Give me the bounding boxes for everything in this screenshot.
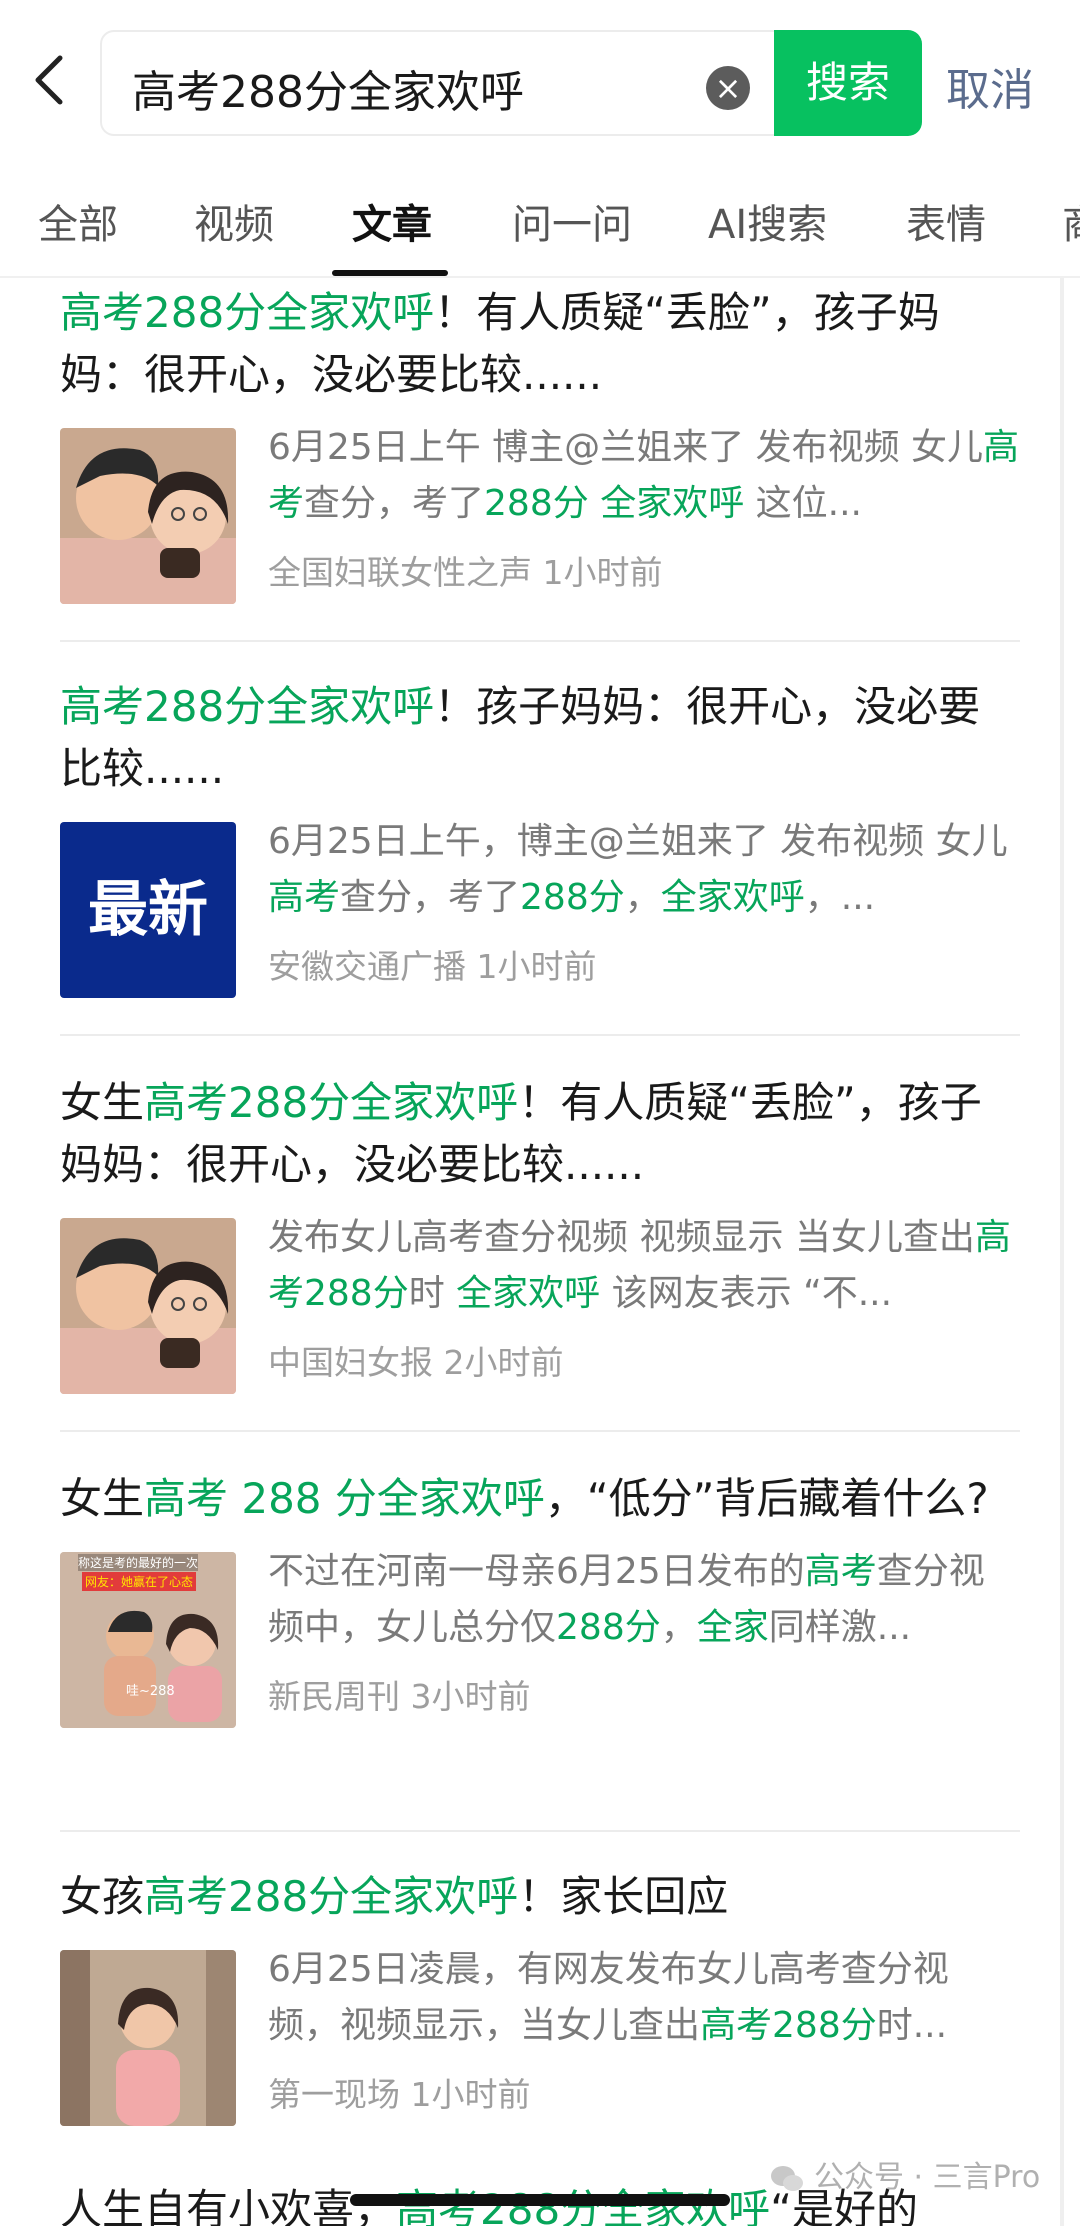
- result-title[interactable]: 女生高考 288 分全家欢呼，“低分”背后藏着什么?: [60, 1468, 1020, 1530]
- result-time: 1小时前: [542, 553, 663, 592]
- result-time: 2小时前: [443, 1343, 564, 1382]
- result-thumbnail: 最新: [60, 822, 236, 998]
- result-snippet: 发布女儿高考查分视频 视频显示 当女儿查出高考288分时 全家欢呼 该网友表示 …: [268, 1217, 1011, 1314]
- result-title[interactable]: 女生高考288分全家欢呼！有人质疑“丢脸”，孩子妈妈：很开心，没必要比较....…: [60, 1072, 1020, 1196]
- tab-article[interactable]: 文章: [352, 192, 432, 250]
- back-button[interactable]: [30, 50, 80, 120]
- search-header: 高考288分全家欢呼 × 搜索 取消: [0, 0, 1080, 168]
- result-thumbnail: 称这是考的最好的一次 网友：她赢在了心态 哇~288: [60, 1552, 236, 1728]
- result-meta: 全国妇联女性之声 1小时前: [268, 546, 663, 594]
- chevron-left-icon: [35, 55, 63, 105]
- tab-ai-search[interactable]: AI搜索: [708, 192, 827, 250]
- result-time: 1小时前: [476, 947, 597, 986]
- result-meta: 新民周刊 3小时前: [268, 1670, 531, 1718]
- result-item[interactable]: 女生高考 288 分全家欢呼，“低分”背后藏着什么? 称这是考的最好的一次 网友…: [60, 1468, 1020, 1832]
- result-meta: 第一现场 1小时前: [268, 2068, 531, 2116]
- result-item[interactable]: 女生高考288分全家欢呼！有人质疑“丢脸”，孩子妈妈：很开心，没必要比较....…: [60, 1072, 1020, 1432]
- result-snippet: 6月25日上午 博主@兰姐来了 发布视频 女儿高考查分，考了288分 全家欢呼 …: [268, 427, 1020, 524]
- result-source[interactable]: 新民周刊: [268, 1677, 400, 1716]
- search-button[interactable]: 搜索: [774, 30, 922, 136]
- result-meta: 安徽交通广播 1小时前: [268, 940, 597, 988]
- result-tabs: 全部 视频 文章 问一问 AI搜索 表情 商: [0, 168, 1080, 278]
- cancel-button[interactable]: 取消: [946, 54, 1034, 118]
- result-source[interactable]: 中国妇女报: [268, 1343, 433, 1382]
- clear-icon[interactable]: ×: [706, 66, 750, 110]
- tab-more[interactable]: 商: [1062, 192, 1080, 250]
- result-source[interactable]: 第一现场: [268, 2075, 400, 2114]
- tab-stickers[interactable]: 表情: [906, 192, 986, 250]
- result-time: 1小时前: [410, 2075, 531, 2114]
- scrollbar[interactable]: [1060, 278, 1064, 2226]
- thumbnail-badge-text: 最新: [88, 875, 208, 945]
- result-meta: 中国妇女报 2小时前: [268, 1336, 564, 1384]
- search-input[interactable]: 高考288分全家欢呼 × 搜索: [100, 30, 922, 136]
- active-tab-indicator: [332, 270, 448, 276]
- thumbnail-caption-score: 哇~288: [126, 1684, 175, 1699]
- result-snippet: 6月25日上午，博主@兰姐来了 发布视频 女儿高考查分，考了288分，全家欢呼，…: [268, 821, 1008, 918]
- result-title[interactable]: 女孩高考288分全家欢呼！家长回应: [60, 1866, 1020, 1928]
- result-title[interactable]: 高考288分全家欢呼！孩子妈妈：很开心，没必要比较......: [60, 676, 1020, 800]
- thumbnail-caption-tag: 网友：她赢在了心态: [82, 1572, 197, 1591]
- result-source[interactable]: 全国妇联女性之声: [268, 553, 532, 592]
- home-indicator[interactable]: [350, 2194, 730, 2206]
- result-title[interactable]: 高考288分全家欢呼！有人质疑“丢脸”，孩子妈妈：很开心，没必要比较......: [60, 282, 1020, 406]
- tab-ask[interactable]: 问一问: [512, 192, 632, 250]
- result-thumbnail: [60, 1218, 236, 1394]
- result-thumbnail: [60, 428, 236, 604]
- result-source[interactable]: 安徽交通广播: [268, 947, 466, 986]
- result-item[interactable]: 女孩高考288分全家欢呼！家长回应 6月25日凌晨，有网友发布女儿高考查分视频，…: [60, 1866, 1020, 2168]
- result-time: 3小时前: [410, 1677, 531, 1716]
- tab-all[interactable]: 全部: [38, 192, 118, 250]
- result-thumbnail: [60, 1950, 236, 2126]
- result-item[interactable]: 高考288分全家欢呼！孩子妈妈：很开心，没必要比较...... 最新 6月25日…: [60, 676, 1020, 1036]
- result-snippet: 6月25日凌晨，有网友发布女儿高考查分视频，视频显示，当女儿查出高考288分时.…: [268, 1949, 949, 2046]
- search-query: 高考288分全家欢呼: [132, 67, 524, 118]
- result-item[interactable]: 高考288分全家欢呼！有人质疑“丢脸”，孩子妈妈：很开心，没必要比较......…: [60, 282, 1020, 642]
- tab-video[interactable]: 视频: [194, 192, 274, 250]
- thumbnail-caption-top: 称这是考的最好的一次: [78, 1554, 199, 1571]
- watermark: 公众号 · 三言Pro: [770, 2152, 1040, 2196]
- result-snippet: 不过在河南一母亲6月25日发布的高考查分视频中，女儿总分仅288分，全家同样激.…: [268, 1551, 985, 1648]
- wechat-logo-icon: [771, 2165, 803, 2191]
